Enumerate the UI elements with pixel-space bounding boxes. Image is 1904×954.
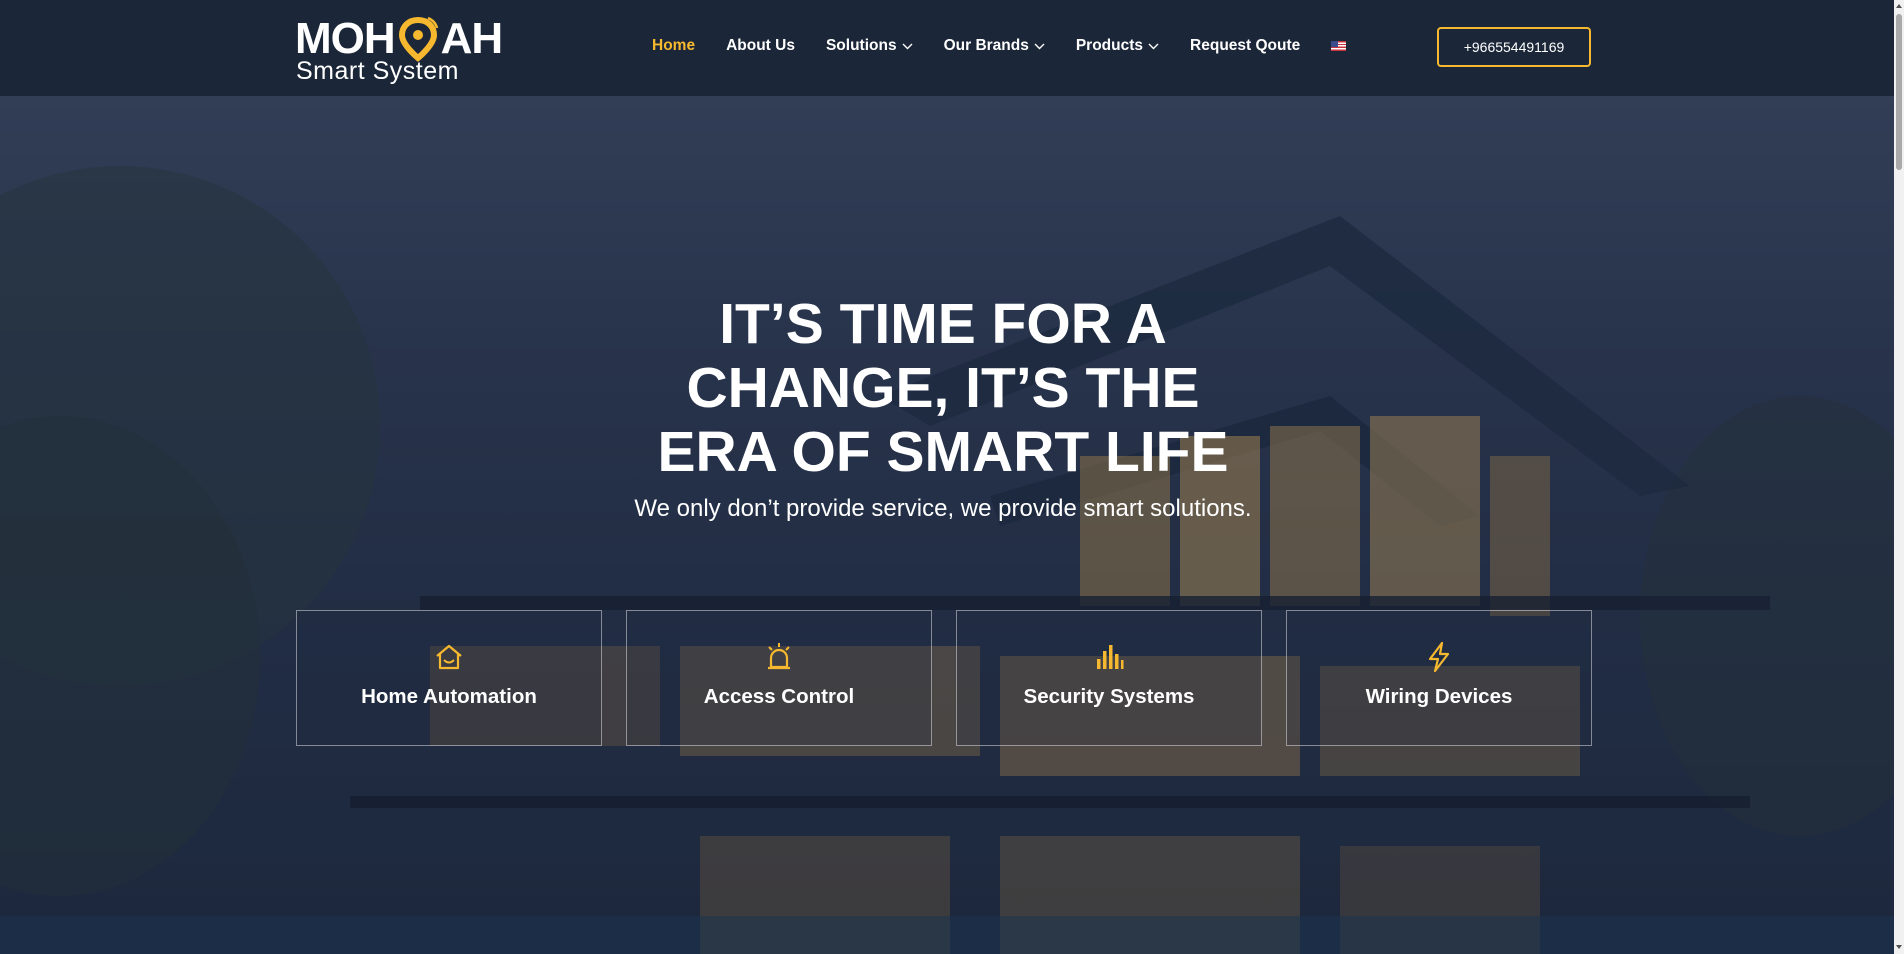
hero-subtitle: We only don’t provide service, we provid… (634, 495, 1252, 522)
hero-title: IT’S TIME FOR A CHANGE, IT’S THE ERA OF … (560, 292, 1326, 484)
nav-item-label: Our Brands (943, 37, 1029, 54)
main-nav: Home About Us Solutions Our Brands Produ… (652, 36, 1377, 56)
card-security-systems[interactable]: Security Systems (956, 610, 1262, 746)
page-scrollbar[interactable] (1894, 0, 1904, 954)
nav-item-about-us[interactable]: About Us (726, 37, 795, 55)
scrollbar-thumb[interactable] (1896, 14, 1902, 170)
card-access-control[interactable]: Access Control (626, 610, 932, 746)
card-label: Security Systems (1023, 685, 1195, 708)
card-label: Home Automation (361, 685, 537, 708)
chevron-down-icon (1148, 43, 1159, 49)
nav-item-label: Solutions (825, 37, 897, 54)
phone-button[interactable]: +966554491169 (1437, 27, 1591, 67)
card-home-automation[interactable]: Home Automation (296, 610, 602, 746)
card-label: Access Control (703, 685, 855, 708)
hero-title-line: ERA OF SMART LIFE (657, 420, 1229, 484)
chevron-down-icon (1034, 43, 1045, 49)
bar-chart-icon (1097, 645, 1124, 669)
hero-overlay (0, 96, 1894, 954)
alarm-icon (768, 643, 790, 670)
nav-item-our-brands[interactable]: Our Brands (944, 37, 1045, 55)
nav-item-products[interactable]: Products (1076, 37, 1159, 55)
nav-item-label: Products (1075, 37, 1144, 54)
nav-item-label: About Us (726, 37, 795, 54)
nav-item-label: Home (652, 37, 696, 54)
solution-cards: Home Automation Access Control Security … (296, 610, 1592, 746)
site-header: MOH AH Smart System Home About Us Soluti… (0, 0, 1894, 96)
hero-section: IT’S TIME FOR A CHANGE, IT’S THE ERA OF … (0, 96, 1894, 954)
us-flag-icon (1331, 41, 1347, 51)
hero-title-line: IT’S TIME FOR A (719, 292, 1167, 356)
card-wiring-devices[interactable]: Wiring Devices (1286, 610, 1592, 746)
nav-item-home[interactable]: Home (652, 37, 695, 55)
nav-item-solutions[interactable]: Solutions (826, 37, 913, 55)
map-pin-icon (398, 16, 438, 62)
card-label: Wiring Devices (1365, 685, 1513, 708)
nav-item-label: Request Qoute (1190, 37, 1301, 54)
chevron-down-icon (902, 43, 913, 49)
scroll-up-arrow-icon[interactable] (1895, 2, 1903, 10)
nav-item-request-quote[interactable]: Request Qoute (1190, 37, 1300, 55)
logo-subtitle: Smart System (296, 57, 459, 85)
home-icon (436, 644, 462, 670)
hero-title-line: CHANGE, IT’S THE (686, 356, 1200, 420)
language-switcher[interactable] (1331, 41, 1347, 51)
logo[interactable]: MOH AH Smart System (295, 14, 520, 85)
lightning-icon (1428, 641, 1450, 673)
scroll-down-arrow-icon[interactable] (1895, 943, 1903, 951)
